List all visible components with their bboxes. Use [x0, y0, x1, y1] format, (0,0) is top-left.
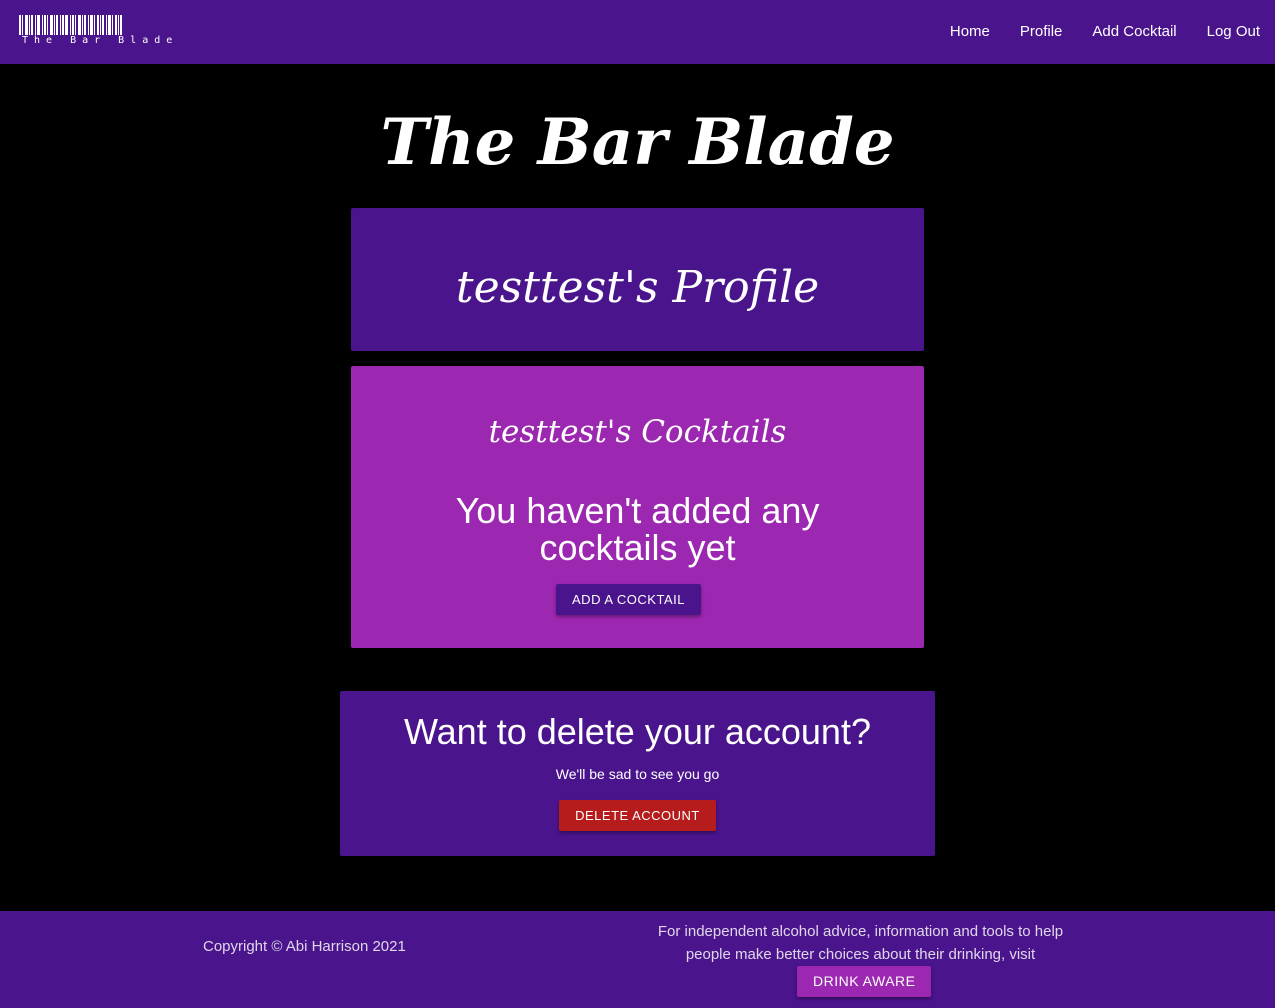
- nav-links: Home Profile Add Cocktail Log Out: [935, 0, 1275, 64]
- alcohol-advice-text: For independent alcohol advice, informat…: [657, 923, 1064, 963]
- barcode-icon: [19, 15, 155, 35]
- delete-account-button[interactable]: Delete Account: [559, 800, 716, 831]
- delete-account-card: Want to delete your account? We'll be sa…: [340, 691, 935, 856]
- cocktails-card: testtest's Cocktails You haven't added a…: [351, 366, 924, 648]
- drink-aware-button[interactable]: Drink Aware: [797, 966, 932, 997]
- brand-logo[interactable]: The Bar Blade: [19, 15, 179, 49]
- profile-card: testtest's Profile: [351, 208, 924, 351]
- nav-link-profile[interactable]: Profile: [1005, 0, 1078, 64]
- cocktails-title: testtest's Cocktails: [488, 414, 787, 450]
- site-title: The Bar Blade: [380, 105, 895, 180]
- nav-link-add-cocktail[interactable]: Add Cocktail: [1077, 0, 1191, 64]
- add-cocktail-button[interactable]: Add a Cocktail: [556, 584, 701, 615]
- profile-title: testtest's Profile: [455, 262, 820, 313]
- navbar: The Bar Blade Home Profile Add Cocktail …: [0, 0, 1275, 64]
- empty-cocktails-message: You haven't added any cocktails yet: [455, 490, 820, 568]
- brand-text: The Bar Blade: [22, 35, 179, 46]
- delete-account-title: Want to delete your account?: [404, 711, 871, 752]
- footer: Copyright © Abi Harrison 2021 For indepe…: [0, 911, 1275, 1008]
- copyright-text: Copyright © Abi Harrison 2021: [203, 938, 406, 955]
- nav-link-log-out[interactable]: Log Out: [1192, 0, 1275, 64]
- nav-link-home[interactable]: Home: [935, 0, 1005, 64]
- delete-account-subtitle: We'll be sad to see you go: [555, 766, 720, 782]
